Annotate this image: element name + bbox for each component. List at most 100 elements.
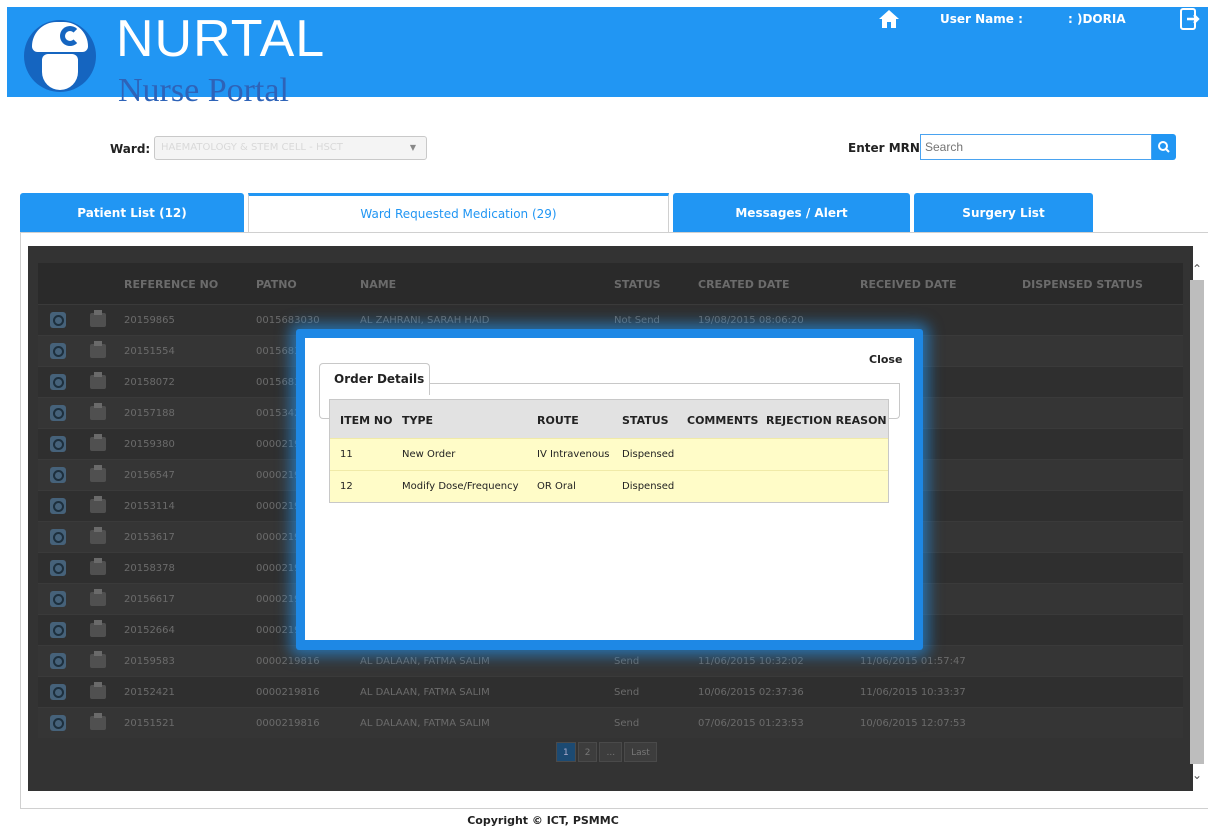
ward-select-value: HAEMATOLOGY & STEM CELL - HSCT [161, 142, 343, 153]
order-type: New Order [402, 449, 456, 460]
page-last-button[interactable]: Last [624, 742, 657, 762]
print-icon[interactable] [90, 682, 106, 699]
view-details-icon[interactable] [50, 560, 66, 576]
view-details-icon[interactable] [50, 405, 66, 421]
order-row[interactable]: 11 New Order IV Intravenous Dispensed [330, 438, 888, 470]
view-details-icon[interactable] [50, 653, 66, 669]
cell-name: AL DALAAN, FATMA SALIM [360, 718, 490, 729]
tab-patient-list[interactable]: Patient List (12) [20, 193, 244, 233]
cell-reference-no: 20151521 [124, 718, 175, 729]
view-details-icon[interactable] [50, 529, 66, 545]
cell-name: AL DALAAN, FATMA SALIM [360, 687, 490, 698]
order-details-tab[interactable]: Order Details [319, 363, 430, 395]
cell-patno: 0000219 [256, 439, 301, 450]
page-ellipsis-button[interactable]: ... [599, 742, 623, 762]
cell-reference-no: 20159865 [124, 315, 175, 326]
col-name: NAME [360, 278, 397, 291]
order-item-no: 12 [340, 481, 353, 492]
close-button[interactable]: Close [869, 353, 902, 366]
cell-patno: 0015683030 [256, 315, 320, 326]
cell-patno: 0015683 [256, 346, 301, 357]
scrollbar[interactable] [1190, 280, 1204, 764]
mrn-label: Enter MRN : [848, 141, 929, 155]
print-icon[interactable] [90, 434, 106, 451]
cell-patno: 0000219 [256, 563, 301, 574]
print-icon[interactable] [90, 651, 106, 668]
order-route: IV Intravenous [537, 449, 610, 460]
print-icon[interactable] [90, 496, 106, 513]
cell-patno: 0000219816 [256, 718, 320, 729]
logout-icon[interactable] [1180, 8, 1200, 30]
mrn-search-button[interactable] [1152, 134, 1176, 160]
page-2-button[interactable]: 2 [577, 742, 598, 762]
cell-patno: 0000219816 [256, 687, 320, 698]
order-row[interactable]: 12 Modify Dose/Frequency OR Oral Dispens… [330, 470, 888, 502]
order-status: Dispensed [622, 449, 675, 460]
table-row[interactable]: 20152421 0000219816 AL DALAAN, FATMA SALIM… [38, 676, 1183, 707]
view-details-icon[interactable] [50, 715, 66, 731]
brand-subtitle: Nurse Portal [118, 72, 289, 109]
cell-patno: 0000219 [256, 470, 301, 481]
print-icon[interactable] [90, 465, 106, 482]
cell-reference-no: 20159380 [124, 439, 175, 450]
ward-select[interactable]: HAEMATOLOGY & STEM CELL - HSCT ▼ [154, 136, 427, 160]
col-item-no: ITEM NO [340, 414, 393, 427]
brand-title: NURTAL [116, 10, 326, 68]
col-type: TYPE [402, 414, 434, 427]
col-status: STATUS [622, 414, 669, 427]
tab-surgery-list[interactable]: Surgery List [914, 193, 1093, 233]
table-row[interactable]: 20151521 0000219816 AL DALAAN, FATMA SALIM… [38, 707, 1183, 738]
print-icon[interactable] [90, 403, 106, 420]
tab-messages-alert[interactable]: Messages / Alert [673, 193, 910, 233]
print-icon[interactable] [90, 558, 106, 575]
print-icon[interactable] [90, 589, 106, 606]
print-icon[interactable] [90, 620, 106, 637]
cell-reference-no: 20156547 [124, 470, 175, 481]
cell-patno: 0000219816 [256, 656, 320, 667]
cell-patno: 0015342 [256, 408, 301, 419]
home-icon[interactable] [878, 9, 900, 29]
cell-received-date: 11/06/2015 10:33:37 [860, 687, 966, 698]
order-status: Dispensed [622, 481, 675, 492]
cell-patno: 0000219 [256, 594, 301, 605]
scroll-down-icon[interactable]: ⌄ [1192, 768, 1206, 782]
cell-reference-no: 20156617 [124, 594, 175, 605]
scroll-up-icon[interactable]: ⌃ [1192, 262, 1206, 276]
print-icon[interactable] [90, 341, 106, 358]
user-name-value: : )DORIA [1068, 12, 1126, 26]
cell-reference-no: 20152421 [124, 687, 175, 698]
ward-label: Ward: [110, 142, 151, 156]
view-details-icon[interactable] [50, 622, 66, 638]
view-details-icon[interactable] [50, 684, 66, 700]
pagination: 1 2... Last [556, 740, 659, 762]
order-route: OR Oral [537, 481, 576, 492]
cell-patno: 0000219 [256, 532, 301, 543]
view-details-icon[interactable] [50, 374, 66, 390]
col-received-date: RECEIVED DATE [860, 278, 957, 291]
view-details-icon[interactable] [50, 436, 66, 452]
cell-reference-no: 20158378 [124, 563, 175, 574]
view-details-icon[interactable] [50, 312, 66, 328]
cell-status: Send [614, 718, 640, 729]
print-icon[interactable] [90, 310, 106, 327]
page-1-button[interactable]: 1 [556, 742, 576, 762]
cell-created-date: 07/06/2015 01:23:53 [698, 718, 804, 729]
view-details-icon[interactable] [50, 498, 66, 514]
print-icon[interactable] [90, 372, 106, 389]
mrn-search-input[interactable] [920, 134, 1152, 160]
cell-patno: 0000219 [256, 625, 301, 636]
print-icon[interactable] [90, 713, 106, 730]
chevron-down-icon: ▼ [409, 143, 416, 152]
cell-received-date: 11/06/2015 01:57:47 [860, 656, 966, 667]
view-details-icon[interactable] [50, 591, 66, 607]
tab-ward-requested-medication[interactable]: Ward Requested Medication (29) [248, 193, 669, 233]
cell-patno: 0000219 [256, 501, 301, 512]
print-icon[interactable] [90, 527, 106, 544]
cell-status: Not Send [614, 315, 660, 326]
nurse-logo-icon [24, 20, 96, 92]
view-details-icon[interactable] [50, 467, 66, 483]
col-patno: PATNO [256, 278, 297, 291]
view-details-icon[interactable] [50, 343, 66, 359]
cell-created-date: 11/06/2015 10:32:02 [698, 656, 804, 667]
cell-reference-no: 20153617 [124, 532, 175, 543]
